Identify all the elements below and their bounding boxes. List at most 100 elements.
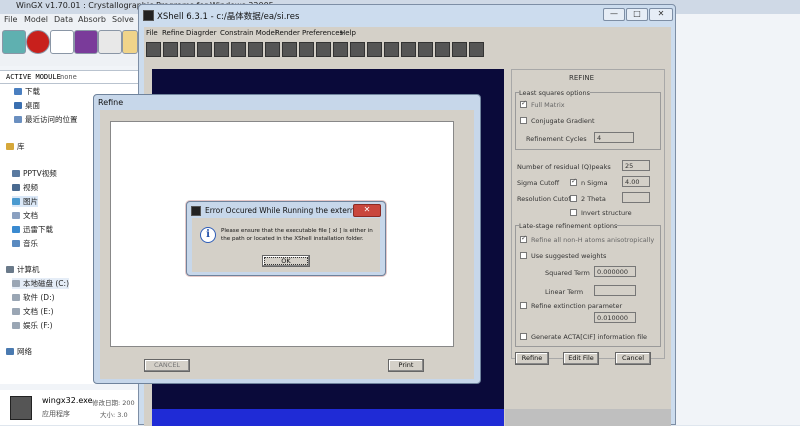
nav-item-recent[interactable]: 最近访问的位置 <box>14 114 78 125</box>
nav-item-documents[interactable]: 文档 <box>12 210 38 221</box>
drive-icon <box>12 308 20 315</box>
linear-term-input[interactable] <box>594 285 636 296</box>
refine-button[interactable]: Refine <box>515 352 549 365</box>
q-peaks-label: Number of residual (Q)peaks <box>517 163 611 171</box>
print-button[interactable]: Print <box>388 359 424 372</box>
conjugate-gradient-label: Conjugate Gradient <box>531 117 595 125</box>
extinction-checkbox[interactable] <box>520 302 527 309</box>
cancel-button[interactable]: Cancel <box>615 352 651 365</box>
conjugate-gradient-checkbox[interactable] <box>520 117 527 124</box>
wingx-menu-model[interactable]: Model <box>24 15 48 24</box>
nav-item-computer[interactable]: 计算机 <box>6 264 40 275</box>
invert-structure-checkbox[interactable] <box>570 209 577 216</box>
folder-icon[interactable] <box>122 30 138 54</box>
tool-button[interactable] <box>418 42 433 57</box>
refine-dialog-title: Refine <box>98 98 124 107</box>
menu-refine[interactable]: Refine <box>162 29 184 37</box>
drafting-icon[interactable] <box>50 30 74 54</box>
model-icon[interactable] <box>2 30 26 54</box>
nav-item-drive-f[interactable]: 娱乐 (F:) <box>12 320 53 331</box>
menu-file[interactable]: File <box>146 29 158 37</box>
wingx-menu-absorb[interactable]: Absorb <box>78 15 106 24</box>
tool-button[interactable] <box>435 42 450 57</box>
nav-item-thunder[interactable]: 迅雷下载 <box>12 224 53 235</box>
nav-item-drive-e[interactable]: 文档 (E:) <box>12 306 54 317</box>
wingx-toolbar <box>0 26 140 66</box>
refine-cancel-button[interactable]: CANCEL <box>144 359 190 372</box>
edit-file-button[interactable]: Edit File <box>563 352 599 365</box>
folder-icon <box>12 184 20 191</box>
nav-item-pptv[interactable]: PPTV视频 <box>12 168 57 179</box>
extinction-input[interactable]: 0.010000 <box>594 312 636 323</box>
ok-button[interactable]: OK <box>262 255 310 267</box>
app-icon <box>143 10 154 21</box>
nav-item-downloads[interactable]: 下载 <box>14 86 40 97</box>
nav-item-libraries[interactable]: 库 <box>6 141 25 152</box>
n-sigma-checkbox[interactable] <box>570 177 577 186</box>
tool-button[interactable] <box>163 42 178 57</box>
nav-item-drive-d[interactable]: 软件 (D:) <box>12 292 55 303</box>
late-stage-label: Late-stage refinement options <box>519 222 618 230</box>
menu-diagrder[interactable]: Diagrder <box>186 29 216 37</box>
folder-icon <box>14 102 22 109</box>
stop-icon[interactable] <box>26 30 50 54</box>
nav-item-drive-c[interactable]: 本地磁盘 (C:) <box>12 278 69 289</box>
refinement-cycles-input[interactable]: 4 <box>594 132 634 143</box>
invert-structure-label: Invert structure <box>581 209 632 217</box>
active-module: ACTIVE MODULE none <box>0 70 140 84</box>
nav-item-network[interactable]: 网络 <box>6 346 32 357</box>
close-button[interactable]: ✕ <box>649 8 673 21</box>
menu-constrain-model[interactable]: Constrain Model <box>220 29 277 37</box>
printer-icon[interactable] <box>74 30 98 54</box>
nav-item-desktop[interactable]: 桌面 <box>14 100 40 111</box>
error-dialog-body: i Please ensure that the executable file… <box>192 218 380 272</box>
tool-button[interactable] <box>231 42 246 57</box>
wingx-menu-solve[interactable]: Solve <box>112 15 134 24</box>
two-theta-input[interactable] <box>622 192 650 203</box>
tool-button[interactable] <box>469 42 484 57</box>
error-close-button[interactable]: ✕ <box>353 204 381 217</box>
extinction-label: Refine extinction parameter <box>531 302 623 310</box>
two-theta-checkbox[interactable] <box>570 195 577 202</box>
tool-button[interactable] <box>180 42 195 57</box>
tool-button[interactable] <box>265 42 280 57</box>
nav-item-music[interactable]: 音乐 <box>12 238 38 249</box>
tool-button[interactable] <box>384 42 399 57</box>
menu-help[interactable]: Help <box>340 29 356 37</box>
xshell-title-bar[interactable]: XShell 6.3.1 - c:/晶体数据/ea/si.res — □ ✕ <box>139 5 675 25</box>
nav-item-pictures[interactable]: 图片 <box>12 196 38 207</box>
refine-panel: REFINE Least squares options Full Matrix… <box>505 69 671 426</box>
tool-button[interactable] <box>316 42 331 57</box>
weights-checkbox[interactable] <box>520 252 527 259</box>
full-matrix-checkbox[interactable] <box>520 99 527 108</box>
q-peaks-input[interactable]: 25 <box>622 160 650 171</box>
tool-button[interactable] <box>333 42 348 57</box>
tool-button[interactable] <box>401 42 416 57</box>
minimize-button[interactable]: — <box>603 8 625 21</box>
tool-button[interactable] <box>299 42 314 57</box>
tool-button[interactable] <box>367 42 382 57</box>
aniso-checkbox[interactable] <box>520 234 527 243</box>
tool-button[interactable] <box>248 42 263 57</box>
maximize-button[interactable]: □ <box>626 8 648 21</box>
tool-button[interactable] <box>452 42 467 57</box>
tool-button[interactable] <box>214 42 229 57</box>
sigma-cutoff-label: Sigma Cutoff <box>517 179 560 187</box>
nav-item-videos[interactable]: 视频 <box>12 182 38 193</box>
notes-icon[interactable] <box>98 30 122 54</box>
tool-button[interactable] <box>282 42 297 57</box>
bottom-slider[interactable] <box>505 409 671 426</box>
tool-button[interactable] <box>146 42 161 57</box>
folder-icon <box>12 212 20 219</box>
wingx-menu-data[interactable]: Data <box>54 15 73 24</box>
details-size: 大小: 3.0 <box>100 411 128 419</box>
tool-button[interactable] <box>350 42 365 57</box>
n-sigma-input[interactable]: 4.00 <box>622 176 650 187</box>
squared-term-input[interactable]: 0.000000 <box>594 266 636 277</box>
tool-button[interactable] <box>197 42 212 57</box>
menu-preferences[interactable]: Preferences <box>302 29 343 37</box>
menu-render[interactable]: Render <box>275 29 300 37</box>
acta-checkbox[interactable] <box>520 333 527 340</box>
ls-options-label: Least squares options <box>519 89 591 97</box>
wingx-menu-file[interactable]: File <box>4 15 17 24</box>
